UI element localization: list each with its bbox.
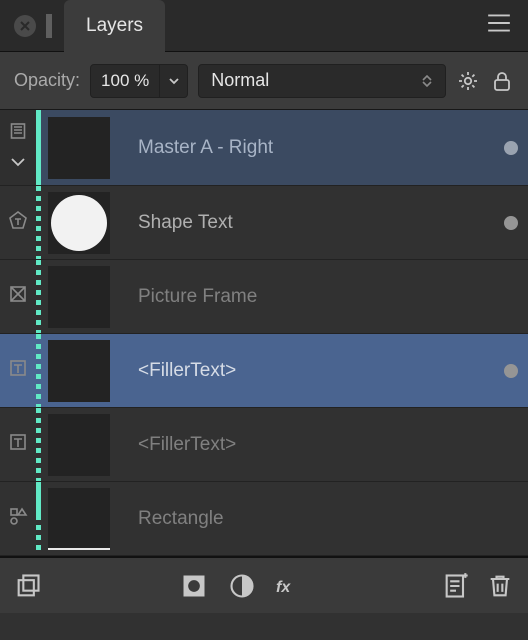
visibility-dot-icon (504, 216, 518, 230)
row-type-icon-slot (0, 334, 36, 407)
expand-toggle[interactable] (10, 155, 26, 173)
layer-thumbnail[interactable] (48, 117, 110, 179)
visibility-dot-icon (504, 141, 518, 155)
mask-layer-button[interactable] (180, 572, 208, 600)
visibility-toggle[interactable] (494, 408, 528, 481)
delete-layer-button[interactable] (486, 572, 514, 600)
layer-row[interactable]: <FillerText> (0, 334, 528, 408)
svg-text:fx: fx (276, 579, 291, 596)
adjustment-layer-button[interactable] (228, 572, 256, 600)
visibility-toggle[interactable] (494, 186, 528, 259)
layer-name[interactable]: Rectangle (114, 482, 494, 555)
hierarchy-rail (36, 260, 44, 333)
panel-tab-layers[interactable]: Layers (64, 0, 165, 52)
panel-title: Layers (86, 15, 143, 37)
visibility-dot-icon (504, 364, 518, 378)
layer-row[interactable]: <FillerText> (0, 408, 528, 482)
panel-tabbar: Layers (0, 0, 528, 52)
row-type-icon-slot (0, 408, 36, 481)
layer-row-master[interactable]: Master A - Right (0, 110, 528, 186)
layers-bottombar: fx (0, 557, 528, 613)
opacity-input[interactable]: 100 % (90, 64, 188, 98)
duplicate-layer-button[interactable] (14, 572, 42, 600)
layer-options-button[interactable] (456, 69, 480, 93)
opacity-dropdown[interactable] (159, 64, 187, 98)
add-layer-button[interactable] (442, 572, 470, 600)
row-type-icon-slot (0, 482, 36, 555)
opacity-label: Opacity: (14, 70, 80, 91)
visibility-toggle[interactable] (494, 260, 528, 333)
layer-row[interactable]: Shape Text (0, 186, 528, 260)
lock-button[interactable] (490, 69, 514, 93)
layer-row[interactable]: Rectangle (0, 482, 528, 556)
pentagon-text-icon (8, 210, 28, 235)
hierarchy-rail (36, 408, 44, 481)
hierarchy-rail (36, 334, 44, 407)
close-panel-button[interactable] (14, 15, 36, 37)
layer-thumbnail[interactable] (48, 488, 110, 550)
layers-list: Master A - Right Shape Text Picture Fram… (0, 110, 528, 557)
text-frame-icon (9, 359, 27, 382)
layer-thumbnail[interactable] (48, 266, 110, 328)
layer-row[interactable]: Picture Frame (0, 260, 528, 334)
layer-name[interactable]: Picture Frame (114, 260, 494, 333)
layers-toolbar: Opacity: 100 % Normal (0, 52, 528, 110)
picture-frame-icon (9, 285, 27, 308)
blend-mode-select[interactable]: Normal (198, 64, 446, 98)
layer-thumbnail[interactable] (48, 340, 110, 402)
row-gutter (0, 110, 36, 185)
panel-menu-button[interactable] (486, 10, 512, 41)
shapes-icon (8, 506, 28, 531)
row-type-icon-slot (0, 186, 36, 259)
visibility-toggle[interactable] (494, 482, 528, 555)
visibility-toggle[interactable] (494, 110, 528, 185)
text-frame-icon (9, 433, 27, 456)
page-icon (9, 122, 27, 145)
hierarchy-rail (36, 482, 44, 555)
thumbnail-circle (51, 195, 107, 251)
fx-layer-button[interactable]: fx (276, 572, 304, 600)
layer-name[interactable]: Master A - Right (114, 110, 494, 185)
drag-handle[interactable] (46, 14, 52, 38)
blend-mode-value: Normal (211, 70, 269, 91)
layer-thumbnail[interactable] (48, 192, 110, 254)
layer-name[interactable]: <FillerText> (114, 334, 494, 407)
layer-thumbnail[interactable] (48, 414, 110, 476)
layer-name[interactable]: <FillerText> (114, 408, 494, 481)
visibility-toggle[interactable] (494, 334, 528, 407)
hierarchy-rail (36, 110, 44, 185)
opacity-value[interactable]: 100 % (91, 71, 159, 91)
stepper-arrows-icon (417, 75, 437, 87)
row-type-icon-slot (0, 260, 36, 333)
hierarchy-rail (36, 186, 44, 259)
layer-name[interactable]: Shape Text (114, 186, 494, 259)
